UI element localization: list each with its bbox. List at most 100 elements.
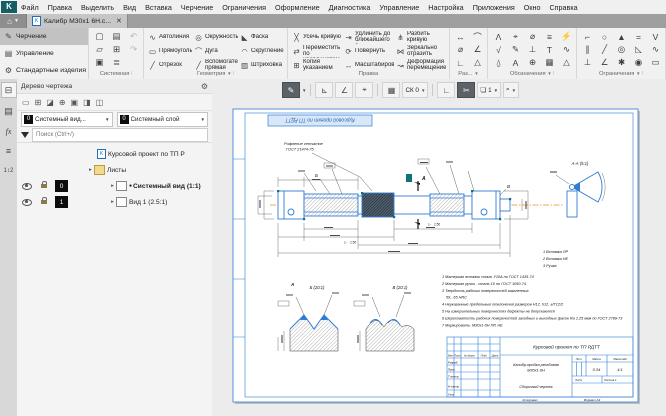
layers-icon[interactable]: ◪	[46, 98, 54, 107]
trim-mode-button[interactable]: ✂	[457, 82, 475, 98]
menu-item[interactable]: Окно	[524, 3, 541, 12]
parallel-constraint-icon[interactable]: ∥	[580, 43, 595, 56]
tree-item-sheets[interactable]: ▸ Листы	[17, 162, 212, 178]
mode-standart-izdeliya[interactable]: ⚙ Стандартные изделия	[0, 62, 88, 79]
snap-angle-icon[interactable]: ∠	[335, 82, 353, 98]
undo-icon[interactable]: ↶	[126, 30, 141, 43]
mode-cherchenie[interactable]: ✎ Черчение	[0, 28, 88, 45]
point-constraint-icon[interactable]: ✱	[614, 56, 629, 69]
snap-style-button[interactable]: ✎	[282, 82, 300, 98]
equal-constraint-icon[interactable]: =	[631, 30, 646, 43]
scale-button[interactable]: ↔ Масштабиров...	[343, 58, 395, 72]
tree-item-document[interactable]: K Курсовой проект по ТП Р	[17, 146, 212, 162]
triangle-mark-icon[interactable]: △	[559, 56, 574, 69]
ortho-mode-button[interactable]: ∟	[437, 82, 455, 98]
menu-item[interactable]: Черчение	[181, 3, 213, 12]
arc-button[interactable]: ⌒ Дуга	[193, 44, 239, 58]
document-tab[interactable]: K Калибр М30х1 6Н.с... ✕	[27, 14, 128, 28]
radial-dimension-icon[interactable]: ⌒	[470, 30, 485, 43]
menu-item[interactable]: Вид	[123, 3, 136, 12]
add-view-icon[interactable]: ⊞	[35, 98, 42, 107]
deform-move-button[interactable]: ↝ Деформация перемещением	[395, 58, 447, 72]
drawing-sheet-svg[interactable]: Курсовой проект по ТП РДТТ Рифление сетч…	[212, 79, 666, 416]
expand-arrow-icon[interactable]: ▸	[87, 167, 94, 173]
zoom-tool-button[interactable]: ⌕▼	[503, 82, 519, 98]
rectangle-button[interactable]: ▭ Прямоугольник	[147, 44, 193, 58]
horizontal-constraint-icon[interactable]: ⌐	[580, 30, 595, 43]
split-icon[interactable]: ◨	[83, 98, 91, 107]
close-tab-icon[interactable]: ✕	[116, 17, 122, 25]
menu-item[interactable]: Правка	[48, 3, 72, 12]
open-icon[interactable]: ▱	[92, 43, 107, 56]
filter-icon[interactable]	[21, 132, 29, 138]
marking-icon[interactable]: ✎	[508, 43, 523, 56]
perp-mark-icon[interactable]: ⊥	[525, 43, 540, 56]
arrow-mark-icon[interactable]: ⚡	[559, 30, 574, 43]
visibility-eye-icon[interactable]	[22, 183, 32, 190]
print-icon[interactable]: ▤	[109, 30, 124, 43]
expand-arrow-icon[interactable]: ▸	[109, 183, 116, 189]
home-button[interactable]: ⌂▼	[0, 14, 27, 28]
gear-icon[interactable]: ⚙	[201, 82, 208, 91]
search-input[interactable]	[32, 128, 208, 142]
snap-center-icon[interactable]: ⌖	[355, 82, 373, 98]
lock-icon[interactable]	[41, 184, 47, 188]
menu-item[interactable]: Вставка	[145, 3, 172, 12]
menu-item[interactable]: Выделить	[81, 3, 114, 12]
tree-view-icon[interactable]: ▭	[22, 98, 30, 107]
drawing-canvas-area[interactable]: ✎ ▼ ⊾∠⌖ ▦ СК 0▼ ∟ ✂ ❏ 1▼ ⌕▼	[212, 79, 666, 416]
tree-item-view-1[interactable]: 1 ▸ Вид 1 (2.5:1)	[17, 194, 212, 210]
position-icon[interactable]: ⊕	[525, 56, 540, 69]
group-label-notation[interactable]: Обозначения ▼ ⁞	[488, 71, 576, 79]
table-icon[interactable]: ▦	[542, 56, 557, 69]
app-logo-icon[interactable]: K	[1, 1, 17, 13]
menu-item[interactable]: Файл	[21, 3, 39, 12]
group-label-constraints[interactable]: Ограничения ▼ ⁞	[577, 71, 665, 79]
hatch-button[interactable]: ▨ Штриховка	[239, 58, 285, 72]
active-layer-combo[interactable]: ❏ 1▼	[477, 82, 501, 98]
symmetric-constraint-icon[interactable]: ∿	[648, 43, 663, 56]
concentric-constraint-icon[interactable]: ◎	[614, 43, 629, 56]
fix-constraint-icon[interactable]: ▲	[614, 30, 629, 43]
trim-curve-button[interactable]: ╳ Усечь кривую	[291, 30, 343, 44]
redo-icon[interactable]: ↷	[126, 43, 141, 56]
parameters-panel-icon[interactable]: ▤	[2, 104, 16, 118]
tolerance-frame-icon[interactable]: ≡	[542, 30, 557, 43]
mirror-button[interactable]: ⋈ Зеркально отразить	[395, 44, 447, 58]
roughness2-icon[interactable]: √	[491, 43, 506, 56]
save-icon[interactable]: ▣	[92, 56, 107, 69]
chamfer-dimension-icon[interactable]: △	[470, 56, 485, 69]
midpoint-constraint-icon[interactable]: ▭	[648, 56, 663, 69]
menu-item[interactable]: Диагностика	[329, 3, 371, 12]
diameter-dimension-icon[interactable]: ⌀	[453, 43, 468, 56]
text-block-icon[interactable]: T	[542, 43, 557, 56]
top-rotated-stamp[interactable]: Курсовой проект по ТП РДТТ	[268, 115, 372, 126]
thumb-icon[interactable]: ▣	[71, 98, 79, 107]
group-label-system[interactable]: Системная ⁞	[89, 71, 143, 79]
angular-dimension-icon[interactable]: ∠	[470, 43, 485, 56]
menu-item[interactable]: Приложения	[473, 3, 515, 12]
auto-dimension-icon[interactable]: ↔	[453, 30, 468, 43]
numbering-panel-icon[interactable]: 1↕2	[2, 164, 16, 178]
preview-icon[interactable]: ⊞	[109, 43, 124, 56]
chamfer-button[interactable]: ◣ Фаска	[239, 30, 285, 44]
split-curve-button[interactable]: ⋔ Разбить кривую	[395, 30, 447, 44]
extend-button[interactable]: ⇥ Удлинить до ближайшего о...	[343, 30, 395, 44]
group-label-dimensions[interactable]: Раз... ▼	[450, 71, 487, 79]
tree-item-system-view[interactable]: 0 ▸ ● Системный вид (1:1)	[17, 178, 212, 194]
circle-button[interactable]: ◎ Окружность	[193, 30, 239, 44]
angle-constraint-icon[interactable]: ∠	[597, 56, 612, 69]
align-constraint-icon[interactable]: ╱	[597, 43, 612, 56]
move-by-coords-button[interactable]: ⇄ Переместить по координатам	[291, 44, 343, 58]
tangent-constraint-icon[interactable]: ○	[597, 30, 612, 43]
fillet-button[interactable]: ◠ Скругление	[239, 44, 285, 58]
menu-item[interactable]: Оформление	[275, 3, 320, 12]
current-layer-combo[interactable]: 0 Системный слой ▼	[117, 112, 209, 127]
chevron-down-icon[interactable]: ▼	[302, 88, 306, 93]
wave-icon[interactable]: ∿	[559, 43, 574, 56]
menu-item[interactable]: Справка	[549, 3, 577, 12]
coordinate-system-combo[interactable]: СК 0▼	[402, 82, 428, 98]
menu-item[interactable]: Ограничения	[222, 3, 266, 12]
mode-upravlenie[interactable]: ▤ Управление	[0, 45, 88, 62]
roughness-icon[interactable]: Λ	[491, 30, 506, 43]
